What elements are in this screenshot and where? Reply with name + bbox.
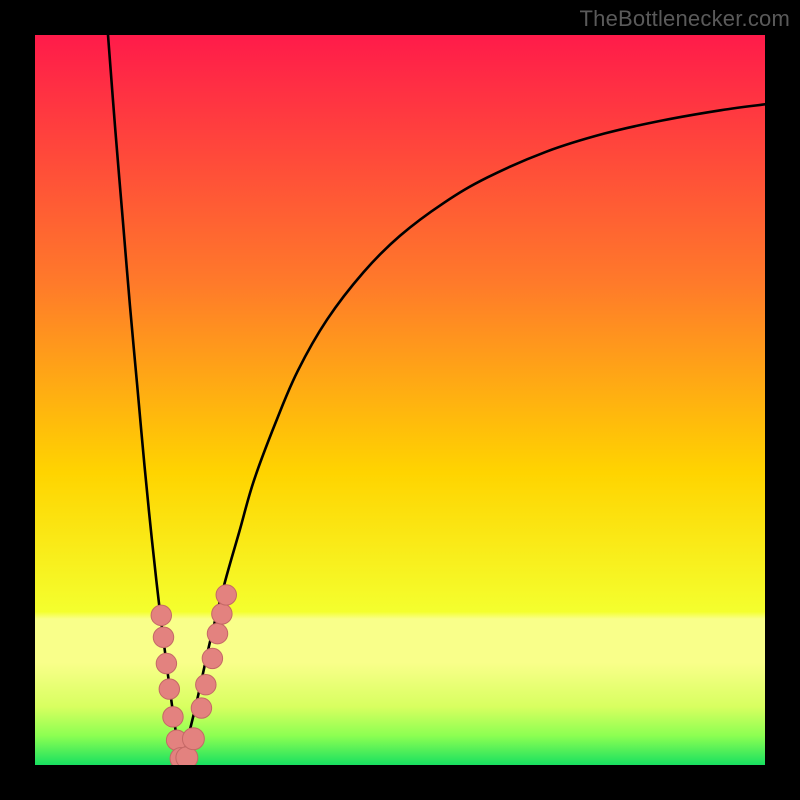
marker-dot xyxy=(202,648,222,668)
marker-dot xyxy=(207,623,227,643)
chart-frame: TheBottlenecker.com xyxy=(0,0,800,800)
marker-dot xyxy=(159,679,179,699)
marker-dot xyxy=(216,585,236,605)
marker-dot xyxy=(153,627,173,647)
marker-group xyxy=(151,585,236,765)
watermark-text: TheBottlenecker.com xyxy=(580,6,790,32)
marker-dot xyxy=(156,653,176,673)
marker-dot xyxy=(163,707,183,727)
curve-right-branch xyxy=(181,104,765,765)
chart-svg xyxy=(35,35,765,765)
marker-dot xyxy=(196,674,216,694)
marker-dot xyxy=(182,728,204,750)
plot-area xyxy=(35,35,765,765)
marker-dot xyxy=(151,605,171,625)
marker-dot xyxy=(191,698,211,718)
marker-dot xyxy=(212,604,232,624)
